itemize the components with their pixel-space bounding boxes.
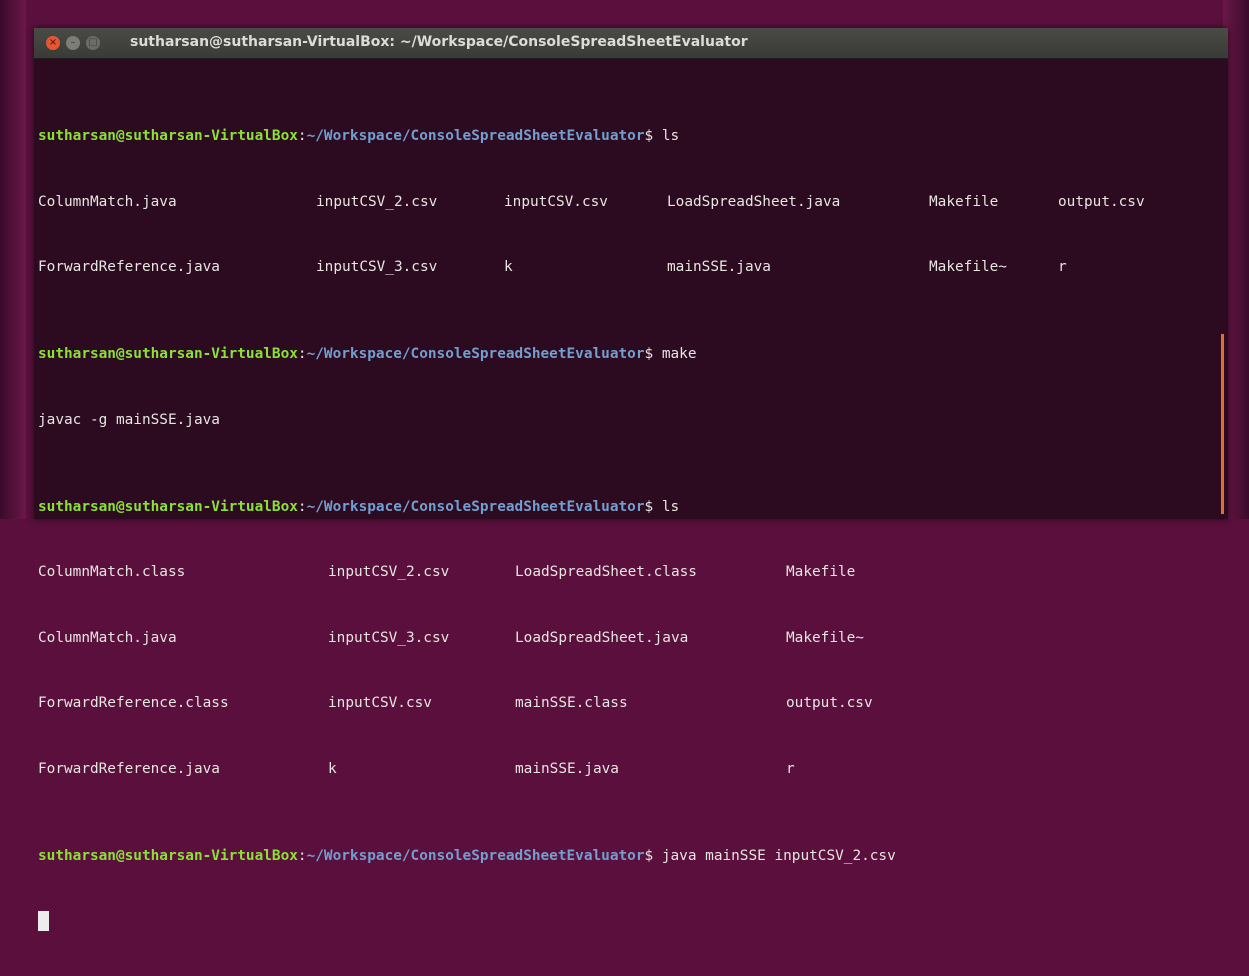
- file-entry: inputCSV_3.csv: [316, 259, 438, 276]
- ls-output-row: ForwardReference.java k mainSSE.java r: [38, 759, 1224, 781]
- file-entry: inputCSV.csv: [504, 193, 608, 210]
- file-entry: inputCSV_3.csv: [328, 629, 450, 646]
- terminal-output[interactable]: sutharsan@sutharsan-VirtualBox:~/Workspa…: [38, 61, 1224, 932]
- window-title: sutharsan@sutharsan-VirtualBox: ~/Worksp…: [130, 34, 748, 50]
- prompt-path: ~/Workspace/ConsoleSpreadSheetEvaluator: [306, 128, 645, 145]
- file-entry: inputCSV.csv: [328, 695, 432, 712]
- minimize-icon[interactable]: –: [66, 36, 80, 50]
- text-cursor: [38, 911, 49, 932]
- command-text: ls: [653, 128, 680, 145]
- prompt-path: ~/Workspace/ConsoleSpreadSheetEvaluator: [306, 498, 645, 515]
- prompt-user-host: sutharsan@sutharsan-VirtualBox: [38, 498, 298, 515]
- file-entry: mainSSE.java: [667, 259, 771, 276]
- title-bar[interactable]: × – □ sutharsan@sutharsan-VirtualBox: ~/…: [34, 28, 1228, 59]
- ls-output-row: ColumnMatch.java inputCSV_3.csv LoadSpread…: [38, 628, 1224, 650]
- file-entry: LoadSpreadSheet.class: [515, 564, 697, 581]
- prompt-user-host: sutharsan@sutharsan-VirtualBox: [38, 128, 298, 145]
- command-text: make: [653, 346, 697, 363]
- file-entry: ColumnMatch.class: [38, 564, 186, 581]
- file-entry: r: [786, 760, 795, 777]
- maximize-icon[interactable]: □: [86, 36, 100, 50]
- file-entry: k: [504, 259, 513, 276]
- file-entry: k: [328, 760, 337, 777]
- file-entry: output.csv: [1058, 193, 1145, 210]
- ls-output-row: ForwardReference.class inputCSV.csv mainSS…: [38, 693, 1224, 715]
- desktop-left-edge: [0, 0, 26, 519]
- terminal-window[interactable]: × – □ sutharsan@sutharsan-VirtualBox: ~/…: [34, 28, 1228, 932]
- close-icon[interactable]: ×: [46, 36, 60, 50]
- cursor-line[interactable]: [38, 911, 1224, 933]
- file-entry: output.csv: [786, 695, 873, 712]
- file-entry: r: [1058, 259, 1067, 276]
- command-text: ls: [653, 498, 680, 515]
- prompt-line: sutharsan@sutharsan-VirtualBox:~/Workspa…: [38, 346, 697, 363]
- make-output-line: javac -g mainSSE.java: [38, 411, 220, 428]
- file-entry: Makefile: [929, 193, 999, 210]
- file-entry: Makefile: [786, 564, 856, 581]
- prompt-line: sutharsan@sutharsan-VirtualBox:~/Workspa…: [38, 128, 680, 145]
- ls-output-row: ForwardReference.java inputCSV_3.csv k main…: [38, 257, 1224, 279]
- prompt-user-host: sutharsan@sutharsan-VirtualBox: [38, 346, 298, 363]
- command-text: java mainSSE inputCSV_2.csv: [653, 847, 896, 864]
- scrollbar[interactable]: [1221, 334, 1224, 514]
- file-entry: inputCSV_2.csv: [328, 564, 450, 581]
- file-entry: LoadSpreadSheet.java: [667, 193, 841, 210]
- file-entry: inputCSV_2.csv: [316, 193, 438, 210]
- file-entry: mainSSE.class: [515, 695, 628, 712]
- file-entry: Makefile~: [786, 629, 864, 646]
- prompt-line: sutharsan@sutharsan-VirtualBox:~/Workspa…: [38, 498, 680, 515]
- file-entry: Makefile~: [929, 259, 1007, 276]
- file-entry: ForwardReference.java: [38, 259, 220, 276]
- file-entry: ForwardReference.class: [38, 695, 229, 712]
- prompt-path: ~/Workspace/ConsoleSpreadSheetEvaluator: [306, 847, 645, 864]
- ls-output-row: ColumnMatch.class inputCSV_2.csv LoadSprea…: [38, 562, 1224, 584]
- prompt-path: ~/Workspace/ConsoleSpreadSheetEvaluator: [306, 346, 645, 363]
- file-entry: ColumnMatch.java: [38, 629, 177, 646]
- ls-output-row: ColumnMatch.java inputCSV_2.csv inputCSV.c…: [38, 192, 1224, 214]
- prompt-user-host: sutharsan@sutharsan-VirtualBox: [38, 847, 298, 864]
- file-entry: ForwardReference.java: [38, 760, 220, 777]
- prompt-line: sutharsan@sutharsan-VirtualBox:~/Workspa…: [38, 847, 896, 864]
- file-entry: mainSSE.java: [515, 760, 619, 777]
- file-entry: LoadSpreadSheet.java: [515, 629, 689, 646]
- file-entry: ColumnMatch.java: [38, 193, 177, 210]
